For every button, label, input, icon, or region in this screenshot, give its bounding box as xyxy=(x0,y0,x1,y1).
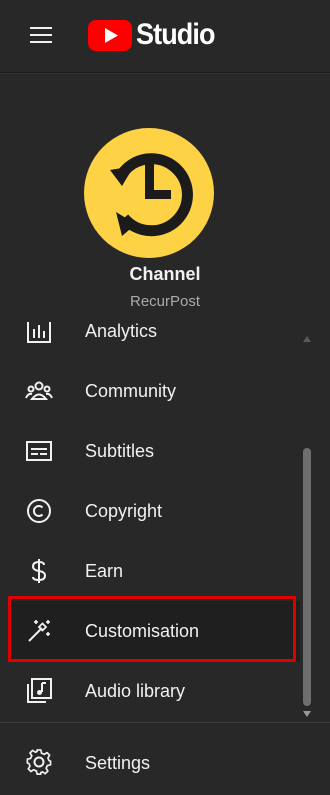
channel-title: Channel xyxy=(129,264,201,284)
sidebar-item-label: Analytics xyxy=(85,322,158,341)
sidebar-item-copyright[interactable]: Copyright xyxy=(8,481,300,541)
channel-avatar[interactable] xyxy=(84,128,214,258)
community-icon xyxy=(25,381,53,400)
sidebar-item-label: Copyright xyxy=(85,500,163,521)
channel-name: RecurPost xyxy=(129,293,201,310)
channel-profile: Channel RecurPost xyxy=(0,72,330,322)
sidebar-footer: Settings xyxy=(0,722,330,795)
scroll-up-arrow-icon[interactable] xyxy=(303,336,311,342)
gear-icon xyxy=(26,749,52,775)
audio-library-icon xyxy=(27,678,52,703)
analytics-icon xyxy=(27,322,51,343)
settings-label: Settings xyxy=(85,752,151,773)
sidebar-item-audio-library[interactable]: Audio library xyxy=(8,661,300,721)
subtitles-icon xyxy=(26,441,52,461)
menu-icon[interactable] xyxy=(26,22,58,46)
copyright-icon xyxy=(27,499,51,523)
sidebar-item-label: Community xyxy=(85,380,177,401)
sidebar-item-earn[interactable]: Earn xyxy=(8,541,300,601)
earn-icon xyxy=(31,559,47,583)
sidebar-item-label: Subtitles xyxy=(85,440,155,461)
sidebar-item-analytics[interactable]: Analytics xyxy=(8,322,300,361)
sidebar-item-customisation[interactable]: Customisation xyxy=(8,601,300,661)
sidebar-item-label: Customisation xyxy=(85,620,200,641)
sidebar-scrollbar[interactable] xyxy=(300,330,314,722)
scroll-down-arrow-icon[interactable] xyxy=(303,711,311,717)
magic-wand-icon xyxy=(28,620,50,642)
scroll-thumb[interactable] xyxy=(303,448,311,706)
sidebar-item-label: Audio library xyxy=(85,680,186,701)
sidebar-item-label: Earn xyxy=(85,560,124,581)
sidebar-item-community[interactable]: Community xyxy=(8,361,300,421)
logo-text: Studio xyxy=(136,18,215,51)
top-bar: Studio xyxy=(0,0,330,73)
youtube-studio-logo[interactable]: Studio xyxy=(88,16,223,54)
sidebar-nav: Analytics Community Subtitles Copyright xyxy=(0,322,330,722)
sidebar-item-subtitles[interactable]: Subtitles xyxy=(8,421,300,481)
youtube-play-icon xyxy=(88,19,132,51)
sidebar-item-settings[interactable]: Settings xyxy=(8,733,300,793)
